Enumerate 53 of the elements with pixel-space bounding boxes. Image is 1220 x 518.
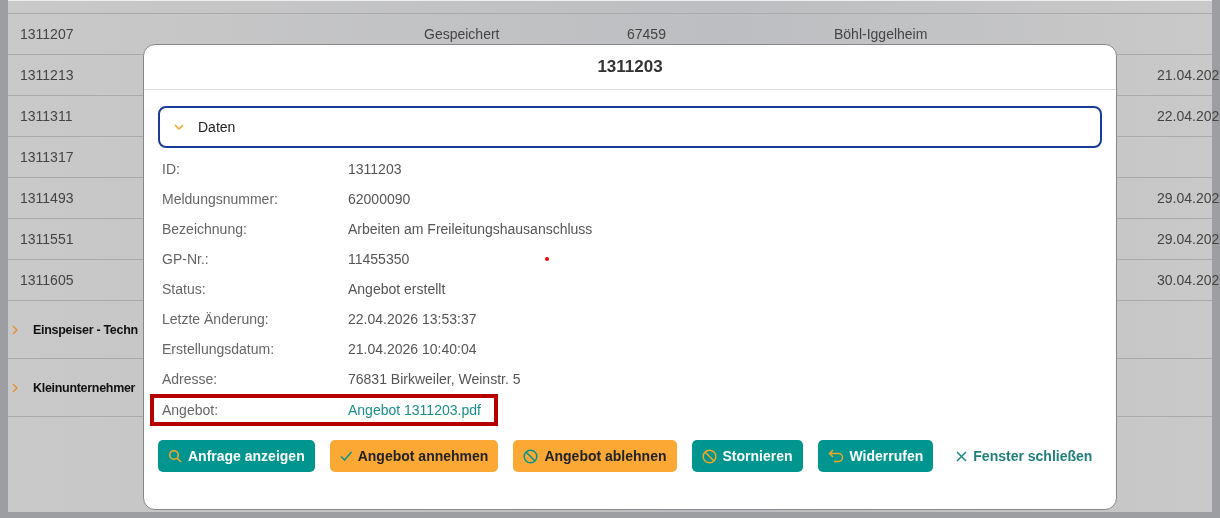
- accordion-header[interactable]: Daten: [158, 106, 1102, 148]
- table-cell: 30.04.202: [1157, 272, 1220, 288]
- table-cell: 1311207: [20, 26, 74, 42]
- field-label: Adresse:: [162, 371, 219, 387]
- group-title[interactable]: Kleinunternehmer: [33, 380, 136, 395]
- ban-icon: [701, 448, 717, 464]
- field-label: Meldungsnummer:: [162, 191, 279, 207]
- field-label: Status:: [162, 281, 207, 297]
- action-button[interactable]: Stornieren: [691, 440, 803, 472]
- table-cell: 1311213: [20, 67, 74, 83]
- field-value: 62000090: [348, 191, 411, 207]
- field-value: 76831 Birkweiler, Weinstr. 5: [348, 371, 521, 387]
- action-button[interactable]: Angebot annehmen: [329, 440, 499, 472]
- field-value: Arbeiten am Freileitungshausanschluss: [348, 221, 593, 237]
- field-label: Erstellungsdatum:: [162, 341, 276, 357]
- field-value: 22.04.2026 13:53:37: [348, 311, 477, 327]
- field-value: Angebot erstellt: [348, 281, 446, 297]
- table-cell: 1311317: [20, 149, 74, 165]
- table-cell: Gespeichert: [424, 26, 500, 42]
- check-icon: [339, 451, 352, 461]
- table-cell: 67459: [627, 26, 666, 42]
- field-value: 11455350: [348, 251, 410, 267]
- table-cell: 29.04.202: [1157, 190, 1220, 206]
- table-cell: 21.04.202: [1157, 67, 1220, 83]
- action-button[interactable]: Widerrufen: [817, 440, 934, 472]
- file-link[interactable]: Angebot 1311203.pdf: [348, 402, 481, 418]
- close-icon: [956, 450, 968, 462]
- dialog-title: 1311203: [597, 57, 663, 77]
- field-value: 1311203: [348, 161, 402, 177]
- table-cell: 1311493: [20, 190, 74, 206]
- field-label: GP-Nr.:: [162, 251, 210, 267]
- table-cell: 1311311: [20, 108, 73, 124]
- chevron-icon: [174, 124, 184, 130]
- close-link[interactable]: Fenster schließen: [948, 440, 1101, 472]
- chevron-icon[interactable]: [12, 324, 18, 335]
- ban-icon: [523, 448, 539, 464]
- group-title[interactable]: Einspeiser - Techn: [33, 322, 138, 337]
- field-label: Letzte Änderung:: [162, 311, 270, 327]
- search-icon: [168, 449, 182, 463]
- table-cell: 29.04.202: [1157, 231, 1220, 247]
- field-label: Bezeichnung:: [162, 221, 248, 237]
- field-value: 21.04.2026 10:40:04: [348, 341, 477, 357]
- field-label: Angebot:: [162, 402, 220, 418]
- undo-arrow-icon: [827, 449, 844, 463]
- table-cell: 1311551: [20, 231, 74, 247]
- field-label: ID:: [162, 161, 181, 177]
- action-button[interactable]: Angebot ablehnen: [513, 440, 677, 472]
- table-cell: 1311605: [20, 272, 74, 288]
- table-cell: 22.04.202: [1157, 108, 1220, 124]
- table-cell: Böhl-Iggelheim: [834, 26, 928, 42]
- dot-mark: [545, 257, 549, 261]
- action-button[interactable]: Anfrage anzeigen: [158, 440, 315, 472]
- chevron-icon[interactable]: [12, 382, 18, 393]
